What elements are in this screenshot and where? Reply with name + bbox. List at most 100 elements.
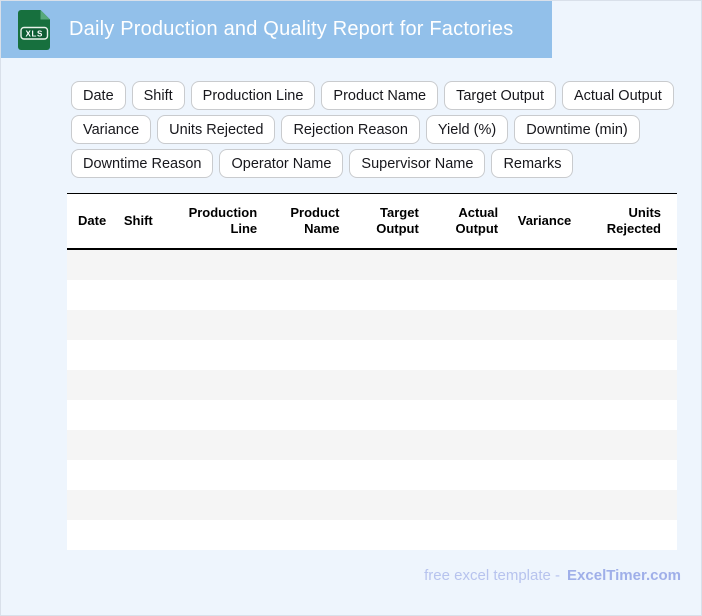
table-cell (262, 370, 344, 400)
table-header: Date Shift Production Line Product Name … (67, 193, 677, 250)
table-cell (262, 340, 344, 370)
table-cell (162, 460, 263, 490)
chip-rejection-reason[interactable]: Rejection Reason (281, 115, 420, 144)
column-header-shift: Shift (118, 193, 162, 250)
table-cell (67, 460, 119, 490)
table-cell (424, 249, 503, 280)
chip-yield[interactable]: Yield (%) (425, 115, 509, 144)
table-cell (576, 430, 677, 460)
report-table: Date Shift Production Line Product Name … (67, 193, 677, 550)
chip-target-output[interactable]: Target Output (444, 81, 556, 110)
table-cell (424, 430, 503, 460)
table-cell (576, 280, 677, 310)
table-cell (162, 370, 263, 400)
table-cell (576, 310, 677, 340)
column-header-production-line: Production Line (161, 193, 263, 250)
chip-shift[interactable]: Shift (131, 81, 185, 110)
table-cell (119, 520, 162, 550)
table-cell (345, 430, 424, 460)
table-cell (119, 400, 162, 430)
column-header-product-name: Product Name (262, 193, 345, 250)
table-cell (162, 249, 263, 280)
table-cell (576, 400, 677, 430)
table-cell (119, 430, 162, 460)
table-cell (503, 370, 576, 400)
table-body (67, 249, 677, 550)
table-cell (345, 490, 424, 520)
table-cell (162, 340, 263, 370)
table-cell (119, 340, 162, 370)
chip-operator-name[interactable]: Operator Name (219, 149, 344, 178)
page-title: Daily Production and Quality Report for … (69, 18, 514, 40)
chip-row-3: Downtime Reason Operator Name Supervisor… (71, 149, 683, 178)
table-row (67, 400, 677, 430)
table-cell (503, 400, 576, 430)
table-cell (576, 340, 677, 370)
table-cell (262, 249, 344, 280)
table-cell (262, 400, 344, 430)
table-cell (424, 280, 503, 310)
chip-production-line[interactable]: Production Line (190, 81, 316, 110)
table-cell (67, 520, 119, 550)
table-cell (503, 490, 576, 520)
table-cell (119, 280, 162, 310)
column-header-date: Date (67, 193, 119, 250)
column-header-target-output: Target Output (344, 193, 424, 250)
table-cell (67, 280, 119, 310)
table-cell (424, 370, 503, 400)
footer-text: free excel template - (424, 567, 561, 584)
chip-row-2: Variance Units Rejected Rejection Reason… (71, 115, 683, 144)
table-cell (576, 520, 677, 550)
field-chips: Date Shift Production Line Product Name … (71, 81, 683, 178)
table-cell (345, 400, 424, 430)
table-cell (576, 490, 677, 520)
table-cell (503, 520, 576, 550)
table-cell (119, 490, 162, 520)
table-cell (424, 520, 503, 550)
column-header-variance: Variance (503, 193, 577, 250)
table-cell (162, 310, 263, 340)
chip-downtime-reason[interactable]: Downtime Reason (71, 149, 214, 178)
table-cell (345, 370, 424, 400)
chip-downtime-min[interactable]: Downtime (min) (514, 115, 640, 144)
table-cell (424, 310, 503, 340)
table-cell (67, 370, 119, 400)
table-row (67, 249, 677, 280)
chip-supervisor-name[interactable]: Supervisor Name (349, 149, 486, 178)
table-cell (503, 340, 576, 370)
table-cell (119, 249, 162, 280)
table-cell (576, 249, 677, 280)
table-cell (67, 310, 119, 340)
table-row (67, 430, 677, 460)
column-header-actual-output: Actual Output (423, 193, 504, 250)
table-cell (67, 490, 119, 520)
table-cell (424, 400, 503, 430)
footer-brand-link[interactable]: ExcelTimer.com (567, 567, 681, 584)
chip-product-name[interactable]: Product Name (321, 81, 439, 110)
table-cell (424, 490, 503, 520)
app-header: XLS Daily Production and Quality Report … (1, 1, 552, 58)
table-cell (503, 310, 576, 340)
table-row (67, 370, 677, 400)
table-cell (503, 430, 576, 460)
chip-variance[interactable]: Variance (71, 115, 152, 144)
table-cell (262, 520, 344, 550)
chip-remarks[interactable]: Remarks (491, 149, 574, 178)
table-cell (162, 430, 263, 460)
table-cell (345, 310, 424, 340)
chip-units-rejected[interactable]: Units Rejected (157, 115, 276, 144)
chip-date[interactable]: Date (71, 81, 126, 110)
table-cell (262, 430, 344, 460)
table-cell (119, 310, 162, 340)
footer: free excel template - ExcelTimer.com (424, 567, 681, 584)
table-cell (345, 249, 424, 280)
table-cell (503, 460, 576, 490)
chip-actual-output[interactable]: Actual Output (561, 81, 674, 110)
table-cell (262, 280, 344, 310)
table-cell (162, 280, 263, 310)
column-header-units-rejected: Units Rejected (576, 193, 677, 250)
table-row (67, 460, 677, 490)
table-cell (119, 460, 162, 490)
table-cell (503, 280, 576, 310)
table-cell (262, 310, 344, 340)
